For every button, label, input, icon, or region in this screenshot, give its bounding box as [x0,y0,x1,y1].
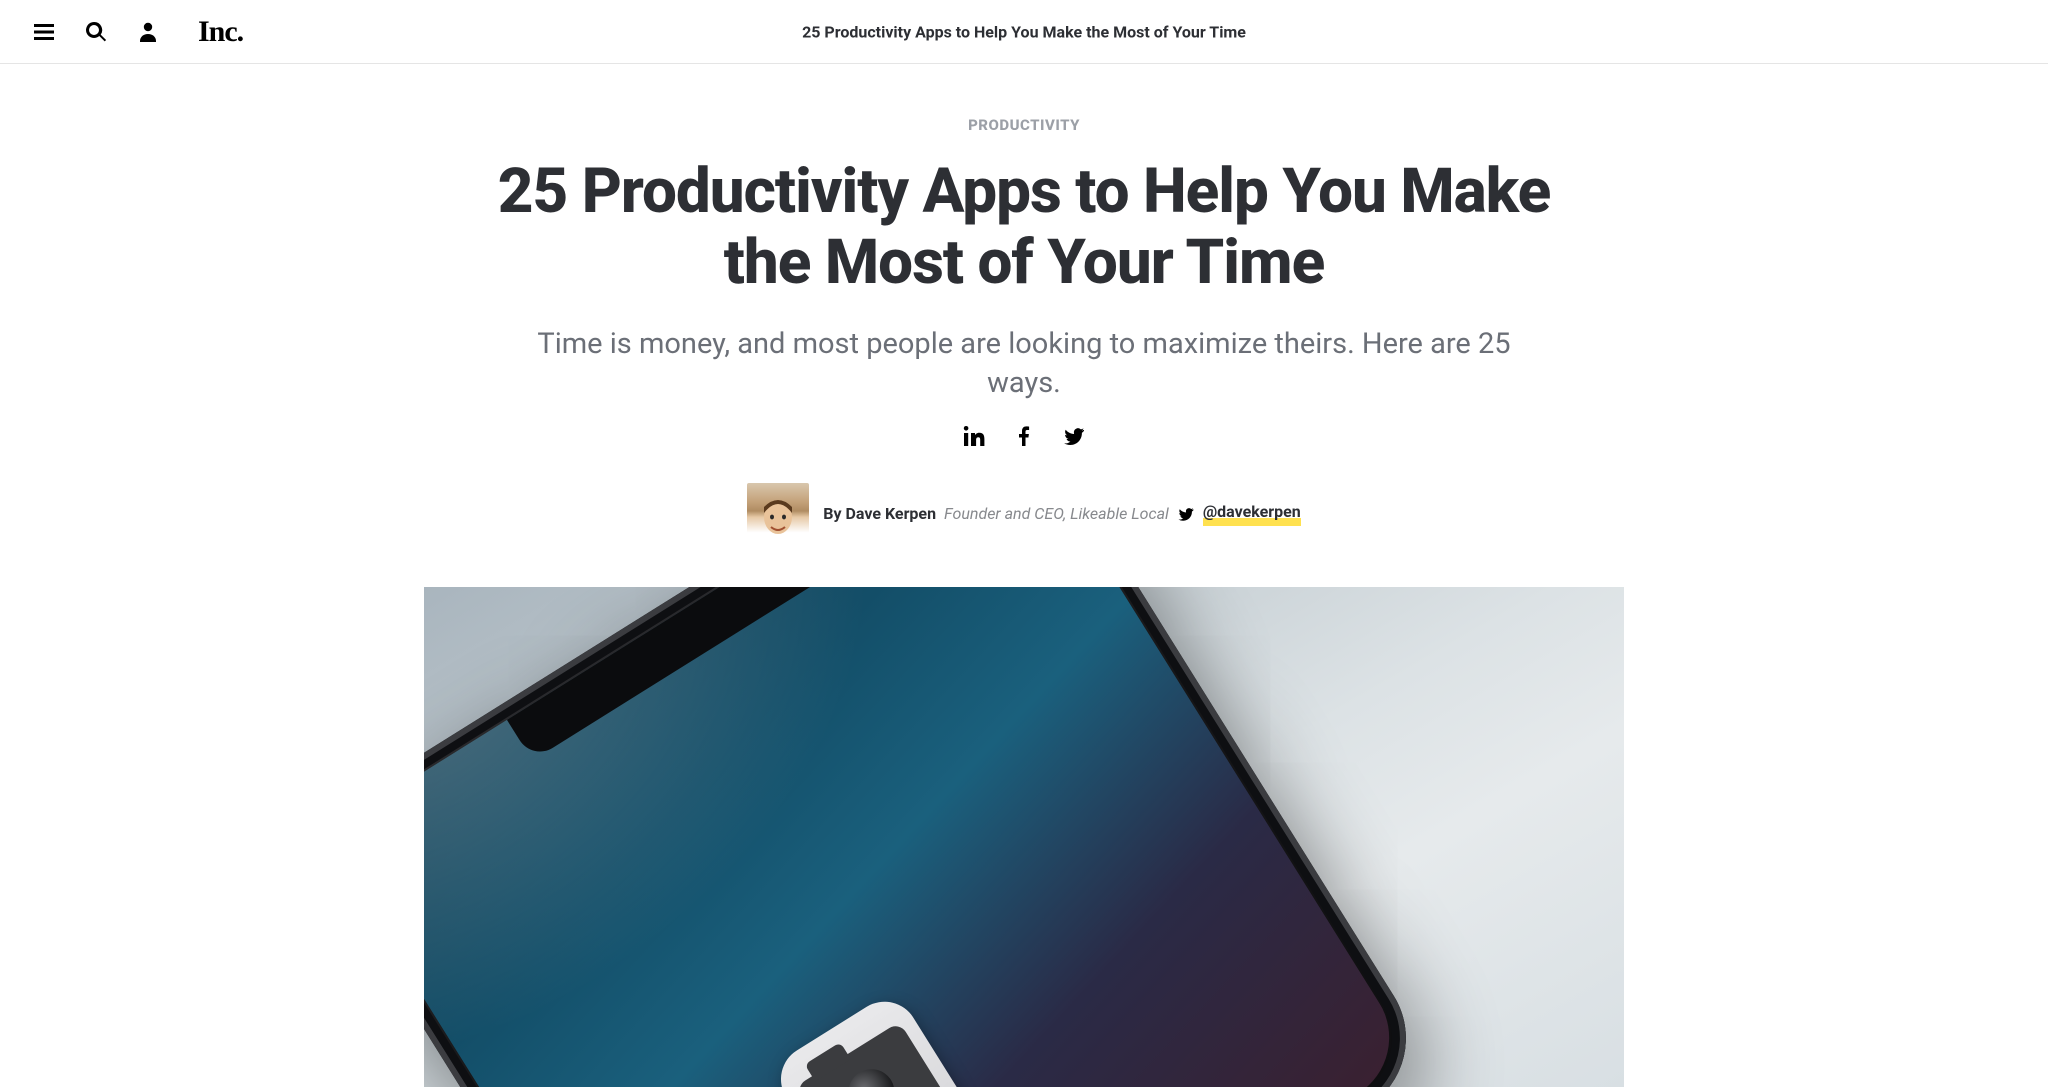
hero-app-camera: mera [768,989,975,1087]
author-twitter-handle[interactable]: @davekerpen [1203,502,1301,526]
linkedin-icon[interactable] [961,423,987,449]
facebook-icon[interactable] [1011,423,1037,449]
share-row [424,423,1624,449]
author-role: Founder and CEO, Likeable Local [944,504,1169,523]
menu-icon[interactable] [32,20,56,44]
header-left: Inc. [32,15,243,49]
kicker-category[interactable]: PRODUCTIVITY [424,116,1624,134]
author-name[interactable]: Dave Kerpen [846,504,937,523]
byline-by: By Dave Kerpen [823,504,936,523]
article-subhead: Time is money, and most people are looki… [534,325,1514,403]
twitter-icon [1177,505,1195,523]
author-avatar[interactable] [747,483,809,545]
article: PRODUCTIVITY 25 Productivity Apps to Hel… [424,64,1624,1087]
site-logo[interactable]: Inc. [198,15,243,49]
article-headline: 25 Productivity Apps to Help You Make th… [474,156,1574,299]
hero-image: mera [424,587,1624,1087]
twitter-icon[interactable] [1061,423,1087,449]
header-article-title: 25 Productivity Apps to Help You Make th… [802,22,1246,41]
site-header: Inc. 25 Productivity Apps to Help You Ma… [0,0,2048,64]
search-icon[interactable] [84,20,108,44]
byline-prefix: By [823,504,841,523]
byline-text: By Dave Kerpen Founder and CEO, Likeable… [823,502,1301,526]
user-icon[interactable] [136,20,160,44]
byline: By Dave Kerpen Founder and CEO, Likeable… [424,483,1624,545]
